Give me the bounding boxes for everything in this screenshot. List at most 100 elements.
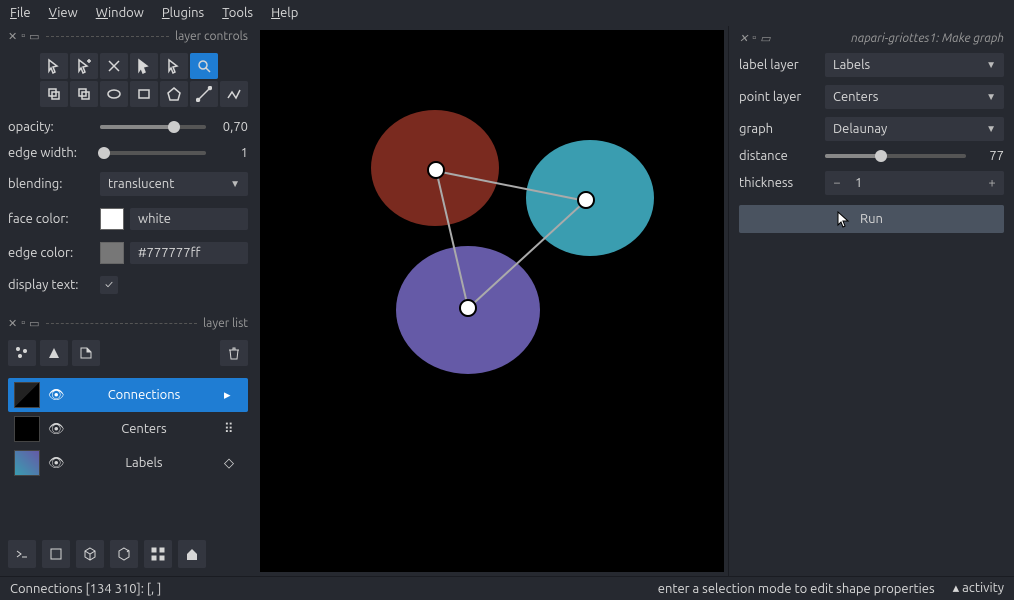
graph-select[interactable]: Delaunay▼ (825, 117, 1004, 141)
layer-type-icon: ▸ (224, 388, 242, 403)
new-shapes-button[interactable] (40, 340, 68, 366)
collapse-icon[interactable]: ▭ (29, 317, 39, 330)
edge-color-swatch[interactable] (100, 242, 124, 264)
display-text-checkbox[interactable]: ✓ (100, 276, 118, 294)
chevron-down-icon: ▼ (986, 59, 996, 71)
statusbar: Connections [134 310]: [, ] enter a sele… (0, 576, 1014, 600)
tool-move-back[interactable] (40, 81, 68, 107)
layer-name: Connections (72, 388, 216, 402)
graph-node (427, 161, 445, 179)
point-layer-select[interactable]: Centers▼ (825, 85, 1004, 109)
graph-node (577, 191, 595, 209)
run-button[interactable]: Run (739, 205, 1004, 233)
canvas[interactable] (260, 30, 724, 572)
face-color-label: face color: (8, 212, 94, 226)
edge-width-label: edge width: (8, 146, 94, 160)
collapse-icon[interactable]: ▭ (760, 32, 770, 45)
tool-polygon[interactable] (160, 81, 188, 107)
ndisplay-button[interactable] (42, 540, 70, 568)
tool-move-front[interactable] (70, 81, 98, 107)
tool-select-filled[interactable] (130, 53, 158, 79)
menu-window[interactable]: Window (96, 6, 144, 20)
activity-toggle[interactable]: ▴ activity (953, 581, 1004, 596)
label-layer-select[interactable]: Labels▼ (825, 53, 1004, 77)
undock-icon[interactable]: ▫ (752, 32, 756, 45)
layer-tools (8, 53, 248, 107)
distance-label: distance (739, 149, 817, 163)
layer-thumbnail (14, 450, 40, 476)
distance-slider[interactable] (825, 154, 966, 158)
plugin-panel: ✕ ▫ ▭ napari-griottes1: Make graph label… (728, 26, 1014, 576)
layer-type-icon: ◇ (224, 456, 242, 471)
tool-select-direct[interactable] (160, 53, 188, 79)
edge-width-slider[interactable] (100, 151, 206, 155)
undock-icon[interactable]: ▫ (21, 317, 25, 330)
undock-icon[interactable]: ▫ (21, 30, 25, 43)
edge-color-input[interactable]: #777777ff (130, 242, 248, 264)
thickness-spinner[interactable]: − 1 + (825, 171, 1004, 195)
menu-help[interactable]: Help (271, 6, 298, 20)
blending-label: blending: (8, 177, 94, 191)
close-icon[interactable]: ✕ (8, 30, 17, 43)
grid-button[interactable] (144, 540, 172, 568)
tool-zoom[interactable] (190, 53, 218, 79)
transpose-button[interactable] (110, 540, 138, 568)
chevron-down-icon: ▼ (986, 123, 996, 135)
cursor-icon (837, 211, 851, 229)
menu-plugins[interactable]: Plugins (162, 6, 204, 20)
layer-row[interactable]: 👁 Centers ⠿ (8, 412, 248, 446)
thickness-label: thickness (739, 176, 817, 190)
menu-tools[interactable]: Tools (222, 6, 253, 20)
chevron-down-icon: ▼ (986, 91, 996, 103)
opacity-slider[interactable] (100, 125, 206, 129)
graph-node (459, 299, 477, 317)
roll-button[interactable] (76, 540, 104, 568)
visibility-icon[interactable]: 👁 (48, 422, 64, 437)
tool-select-arrow[interactable] (40, 53, 68, 79)
layer-name: Centers (72, 422, 216, 436)
layer-controls-title: layer controls (175, 30, 248, 43)
chevron-down-icon: ▼ (230, 178, 240, 190)
face-color-input[interactable]: white (130, 208, 248, 230)
face-color-swatch[interactable] (100, 208, 124, 230)
tool-ellipse[interactable] (100, 81, 128, 107)
tool-add-point[interactable] (70, 53, 98, 79)
menu-view[interactable]: View (49, 6, 78, 20)
menu-file[interactable]: File (10, 6, 31, 20)
layer-list-header: ✕ ▫ ▭ layer list (8, 317, 248, 330)
menubar: File View Window Plugins Tools Help (0, 0, 1014, 26)
close-icon[interactable]: ✕ (8, 317, 17, 330)
home-button[interactable] (178, 540, 206, 568)
status-coordinates: Connections [134 310]: [, ] (10, 582, 161, 596)
layer-row[interactable]: 👁 Labels ◇ (8, 446, 248, 480)
layer-thumbnail (14, 416, 40, 442)
new-labels-button[interactable] (72, 340, 100, 366)
layer-controls-header: ✕ ▫ ▭ layer controls (8, 30, 248, 43)
console-button[interactable] (8, 540, 36, 568)
opacity-value: 0,70 (212, 120, 248, 134)
distance-value: 77 (974, 149, 1004, 163)
opacity-label: opacity: (8, 120, 94, 134)
delete-layer-button[interactable] (220, 340, 248, 366)
layer-list-title: layer list (203, 317, 248, 330)
tool-path[interactable] (220, 81, 248, 107)
new-points-button[interactable] (8, 340, 36, 366)
minus-icon[interactable]: − (825, 176, 849, 190)
close-icon[interactable]: ✕ (739, 32, 748, 45)
display-text-label: display text: (8, 278, 94, 292)
collapse-icon[interactable]: ▭ (29, 30, 39, 43)
visibility-icon[interactable]: 👁 (48, 388, 64, 403)
plugin-title: napari-griottes1: Make graph (851, 32, 1004, 45)
blending-select[interactable]: translucent▼ (100, 172, 248, 196)
layer-type-icon: ⠿ (224, 422, 242, 437)
viewer-toolbar (8, 532, 248, 568)
visibility-icon[interactable]: 👁 (48, 456, 64, 471)
tool-rectangle[interactable] (130, 81, 158, 107)
layer-thumbnail (14, 382, 40, 408)
plus-icon[interactable]: + (980, 176, 1004, 190)
layer-row[interactable]: 👁 Connections ▸ (8, 378, 248, 412)
layer-name: Labels (72, 456, 216, 470)
edge-color-label: edge color: (8, 246, 94, 260)
tool-line[interactable] (190, 81, 218, 107)
tool-delete[interactable] (100, 53, 128, 79)
